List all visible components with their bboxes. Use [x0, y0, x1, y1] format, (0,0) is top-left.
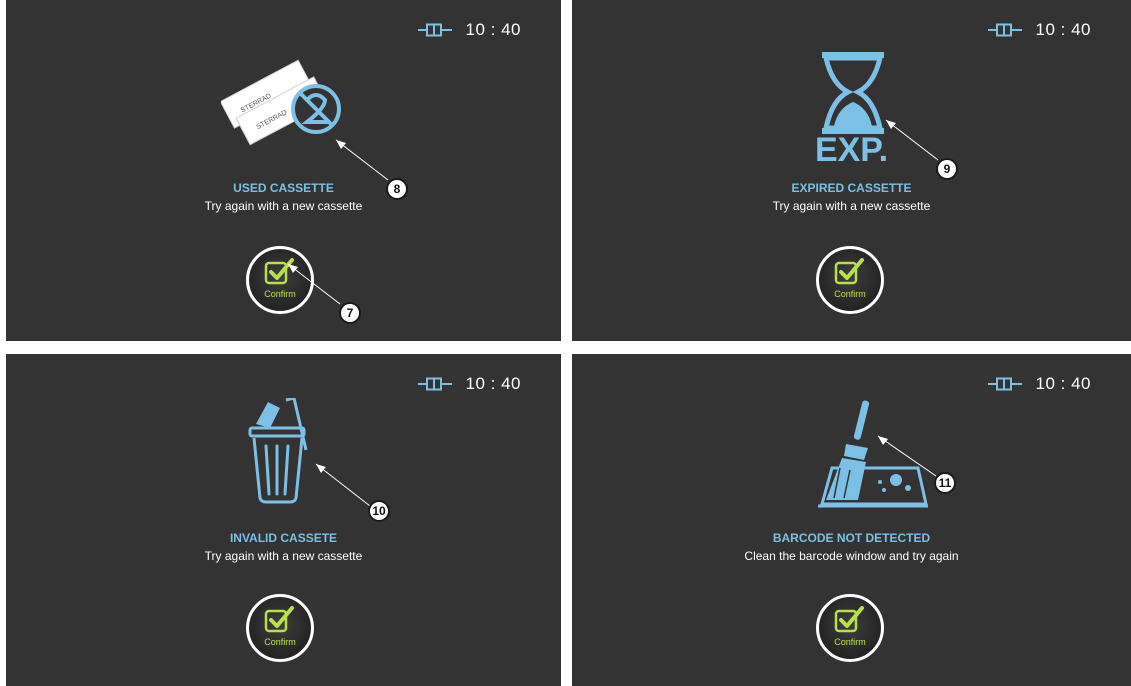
status-bar: 10 : 40 [417, 20, 522, 40]
battery-icon [417, 23, 452, 37]
used-cassette-screen: 10 : 40 STERRAD STERRAD USED CASSETTE Tr… [6, 0, 561, 341]
callout-marker: 11 [934, 472, 956, 494]
callout-marker: 7 [339, 302, 361, 324]
status-bar: 10 : 40 [417, 374, 522, 394]
clock-time: 10 : 40 [1035, 374, 1091, 393]
brush-cleaning-icon [798, 400, 928, 515]
expired-cassette-screen: 10 : 40 EXP. EXPIRED CASSETTE Try again … [572, 0, 1131, 341]
error-title: USED CASSETTE [233, 181, 334, 195]
confirm-button[interactable]: Confirm [246, 594, 314, 662]
error-title: EXPIRED CASSETTE [791, 181, 912, 195]
clock-time: 10 : 40 [1035, 20, 1091, 39]
battery-icon [987, 23, 1022, 37]
callout-marker: 8 [386, 178, 408, 200]
hourglass-icon [808, 52, 898, 139]
confirm-button[interactable]: Confirm [816, 246, 884, 314]
callout-marker: 10 [368, 500, 390, 522]
error-title: BARCODE NOT DETECTED [772, 531, 931, 545]
confirm-label: Confirm [834, 289, 866, 299]
barcode-not-detected-screen: 10 : 40 BARCODE NOT DETECTED Clean the b… [572, 354, 1131, 686]
used-cassette-icon: STERRAD STERRAD [219, 36, 351, 166]
checkmark-icon [264, 606, 294, 633]
error-title: INVALID CASSETE [229, 531, 338, 545]
clock-time: 10 : 40 [465, 20, 521, 39]
battery-icon [987, 377, 1022, 391]
checkmark-icon [834, 606, 864, 633]
invalid-cassette-screen: 10 : 40 INVALID CASSETE Try again with a… [6, 354, 561, 686]
battery-icon [417, 377, 452, 391]
status-bar: 10 : 40 [987, 20, 1092, 40]
error-message: Try again with a new cassette [772, 199, 931, 213]
status-bar: 10 : 40 [987, 374, 1092, 394]
clock-time: 10 : 40 [465, 374, 521, 393]
callout-marker: 9 [936, 158, 958, 180]
trash-can-icon [246, 396, 326, 515]
checkmark-icon [834, 258, 864, 285]
error-message: Try again with a new cassette [204, 199, 363, 213]
error-message: Clean the barcode window and try again [744, 549, 959, 563]
confirm-label: Confirm [264, 289, 296, 299]
error-message: Try again with a new cassette [204, 549, 363, 563]
checkmark-icon [264, 258, 294, 285]
confirm-button[interactable]: Confirm [246, 246, 314, 314]
confirm-label: Confirm [834, 637, 866, 647]
confirm-button[interactable]: Confirm [816, 594, 884, 662]
expired-label: EXP. [814, 131, 889, 169]
confirm-label: Confirm [264, 637, 296, 647]
